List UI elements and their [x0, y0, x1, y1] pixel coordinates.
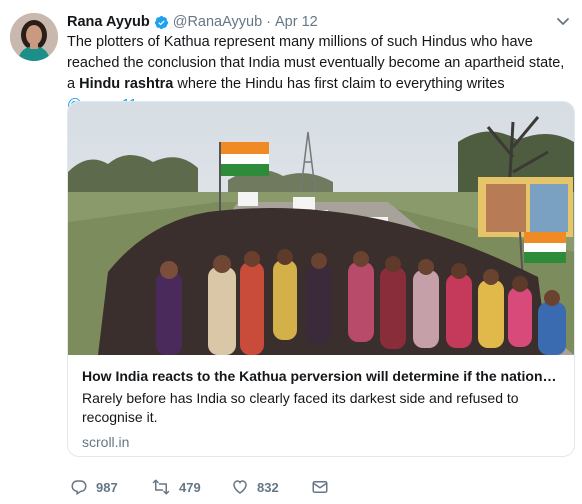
like-button[interactable]: 832 [231, 478, 279, 496]
author-name[interactable]: Rana Ayyub [67, 14, 150, 30]
retweet-button[interactable]: 479 [151, 478, 201, 496]
card-image [68, 102, 574, 355]
direct-message-icon [312, 481, 328, 493]
tweet-header: Rana Ayyub @RanaAyyub · Apr 12 [67, 12, 318, 32]
retweet-count: 479 [179, 479, 201, 495]
card-domain: scroll.in [82, 434, 130, 450]
chevron-down-icon[interactable] [556, 15, 570, 27]
avatar[interactable] [10, 13, 58, 61]
reply-count: 987 [96, 479, 118, 495]
reply-icon [71, 480, 87, 496]
reply-button[interactable]: 987 [70, 478, 118, 496]
retweet-icon [152, 479, 170, 495]
card-description: Rarely before has India so clearly faced… [82, 390, 519, 425]
tweet-date[interactable]: Apr 12 [275, 14, 318, 30]
tweet[interactable]: Rana Ayyub @RanaAyyub · Apr 12 The plott… [0, 0, 582, 504]
header-separator: · [266, 14, 271, 30]
card-title[interactable]: How India reacts to the Kathua perversio… [82, 366, 562, 386]
direct-message-button[interactable] [311, 478, 329, 496]
tweet-text-bold: Hindu rashtra [79, 76, 174, 92]
like-count: 832 [257, 479, 279, 495]
heart-icon [233, 480, 247, 494]
card-body: How India reacts to the Kathua perversio… [82, 366, 562, 450]
tweet-text-part2: where the Hindu has first claim to every… [173, 76, 505, 92]
link-card[interactable]: How India reacts to the Kathua perversio… [67, 101, 575, 457]
author-handle[interactable]: @RanaAyyub [173, 14, 262, 30]
verified-badge-icon [154, 15, 169, 30]
